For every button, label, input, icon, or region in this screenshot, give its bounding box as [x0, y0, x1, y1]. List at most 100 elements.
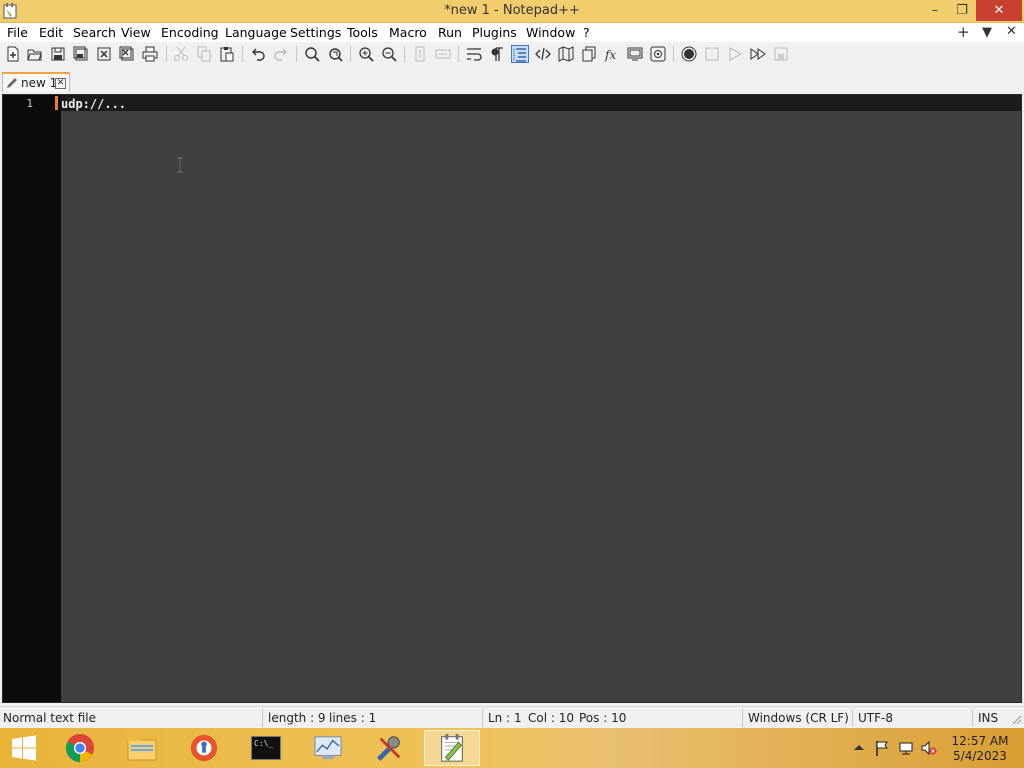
encoding-status[interactable]: UTF-8	[858, 711, 893, 725]
save-icon[interactable]	[49, 45, 67, 63]
menu-help[interactable]: ?	[583, 25, 590, 40]
volume-muted-icon[interactable]	[921, 740, 937, 756]
redo-icon[interactable]	[272, 45, 290, 63]
toolbar-separator	[673, 46, 674, 62]
status-separator	[742, 709, 743, 727]
notepad-plus-plus-icon[interactable]	[424, 730, 480, 766]
menu-macro[interactable]: Macro	[389, 25, 427, 40]
status-bar: Normal text file length : 9 lines : 1 Ln…	[0, 706, 1024, 728]
minimize-button[interactable]: –	[920, 0, 950, 21]
zoom-out-icon[interactable]	[380, 45, 398, 63]
folder-as-workspace-icon[interactable]	[626, 45, 644, 63]
new-file-icon[interactable]	[4, 45, 22, 63]
svg-text:fx: fx	[604, 48, 616, 62]
tab-new-1[interactable]: new 1 ✕	[2, 72, 70, 92]
function-list-icon[interactable]: fx	[603, 45, 621, 63]
tab-bar: new 1 ✕	[0, 68, 1024, 93]
new-tab-button[interactable]: +	[957, 23, 970, 41]
toolbar-separator	[296, 46, 297, 62]
status-separator	[482, 709, 483, 727]
menu-view[interactable]: View	[121, 25, 151, 40]
toolbar-separator	[242, 46, 243, 62]
line-number: 1	[26, 97, 33, 110]
status-separator	[972, 709, 973, 727]
toolbar: fx	[0, 42, 1024, 68]
save-macro-icon[interactable]	[772, 45, 790, 63]
play-macro-icon[interactable]	[726, 45, 744, 63]
performance-monitor-icon[interactable]	[300, 730, 356, 766]
menu-file[interactable]: File	[7, 25, 28, 40]
file-explorer-icon[interactable]	[114, 730, 170, 766]
sync-vertical-icon[interactable]	[411, 45, 429, 63]
windows-start-icon[interactable]	[0, 730, 48, 766]
taskbar: C:\_ 12:57 AM 5/4/2023	[0, 728, 1024, 768]
menu-tools[interactable]: Tools	[347, 25, 378, 40]
tab-close-button[interactable]: ✕	[55, 78, 66, 89]
close-window-button[interactable]: ✕	[976, 0, 1022, 21]
toolbar-separator	[350, 46, 351, 62]
copy-icon[interactable]	[195, 45, 213, 63]
pencil-icon	[7, 78, 17, 88]
close-all-icon[interactable]	[118, 45, 136, 63]
close-tab-menu-button[interactable]: ✕	[1006, 24, 1017, 39]
menu-run[interactable]: Run	[438, 25, 462, 40]
monitoring-icon[interactable]	[649, 45, 667, 63]
status-separator	[852, 709, 853, 727]
run-macro-multiple-icon[interactable]	[749, 45, 767, 63]
tools-icon[interactable]	[362, 730, 418, 766]
file-type-status: Normal text file	[3, 711, 97, 725]
stop-record-icon[interactable]	[703, 45, 721, 63]
zoom-in-icon[interactable]	[357, 45, 375, 63]
toolbar-separator	[404, 46, 405, 62]
word-wrap-icon[interactable]	[465, 45, 483, 63]
menu-encoding[interactable]: Encoding	[161, 25, 219, 40]
open-file-icon[interactable]	[26, 45, 44, 63]
menu-bar: File Edit Search View Encoding Language …	[0, 23, 1024, 42]
action-center-flag-icon[interactable]	[874, 740, 890, 756]
title-bar: *new 1 - Notepad++ – ❐ ✕	[0, 0, 1024, 23]
show-all-chars-icon[interactable]	[488, 45, 506, 63]
record-macro-icon[interactable]	[680, 45, 698, 63]
window-title: *new 1 - Notepad++	[444, 3, 580, 18]
resize-grip-icon[interactable]	[1012, 715, 1022, 725]
text-cursor-icon	[177, 157, 183, 173]
replace-icon[interactable]	[326, 45, 344, 63]
eol-status[interactable]: Windows (CR LF)	[748, 711, 849, 725]
menu-settings[interactable]: Settings	[290, 25, 341, 40]
document-map-icon[interactable]	[557, 45, 575, 63]
sync-horizontal-icon[interactable]	[434, 45, 452, 63]
current-line-highlight	[61, 95, 1021, 111]
vpn-icon[interactable]	[176, 730, 232, 766]
change-marker	[55, 96, 58, 110]
xml-tags-icon[interactable]	[534, 45, 552, 63]
restore-button[interactable]: ❐	[947, 0, 977, 21]
clock-time: 12:57 AM	[951, 734, 1009, 748]
menu-search[interactable]: Search	[73, 25, 116, 40]
tab-list-button[interactable]: ▼	[982, 25, 992, 40]
save-all-icon[interactable]	[72, 45, 90, 63]
menu-window[interactable]: Window	[526, 25, 575, 40]
system-clock[interactable]: 12:57 AM 5/4/2023	[948, 734, 1012, 764]
lines-status: lines : 1	[329, 711, 377, 725]
chrome-icon[interactable]	[52, 730, 108, 766]
find-icon[interactable]	[303, 45, 321, 63]
editor-line[interactable]: udp://...	[61, 97, 126, 111]
menu-language[interactable]: Language	[225, 25, 287, 40]
line-status: Ln : 1	[488, 711, 522, 725]
close-icon[interactable]	[95, 45, 113, 63]
insert-mode-status[interactable]: INS	[978, 711, 998, 725]
menu-edit[interactable]: Edit	[39, 25, 63, 40]
indent-guide-icon[interactable]	[511, 45, 529, 63]
length-status: length : 9	[268, 711, 326, 725]
paste-icon[interactable]	[218, 45, 236, 63]
undo-icon[interactable]	[249, 45, 267, 63]
toolbar-separator	[166, 46, 167, 62]
network-icon[interactable]	[898, 740, 914, 756]
print-icon[interactable]	[141, 45, 159, 63]
show-hidden-icons-icon[interactable]	[851, 740, 867, 756]
command-prompt-icon[interactable]: C:\_	[238, 730, 294, 766]
document-list-icon[interactable]	[580, 45, 598, 63]
editor-area[interactable]: 1 udp://...	[2, 94, 1022, 703]
menu-plugins[interactable]: Plugins	[472, 25, 517, 40]
cut-icon[interactable]	[172, 45, 190, 63]
